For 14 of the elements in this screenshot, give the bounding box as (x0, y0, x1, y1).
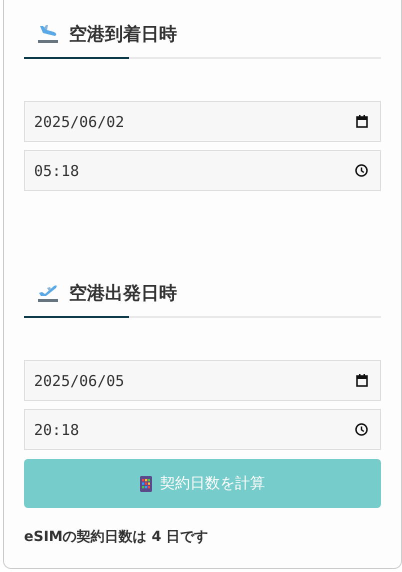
calculator-icon (140, 476, 152, 492)
airplane-takeoff-icon (37, 283, 59, 303)
section-heading: 空港出発日時 (69, 282, 177, 305)
result-text: eSIMの契約日数は 4 日です (24, 528, 210, 546)
calendar-icon (356, 374, 368, 387)
clock-icon (355, 423, 368, 436)
date-field[interactable]: 2025/06/02 (24, 101, 381, 142)
date-field[interactable]: 2025/06/05 (24, 360, 381, 401)
airplane-landing-icon (37, 24, 59, 44)
calendar-icon (356, 115, 368, 128)
time-field[interactable]: 20:18 (24, 409, 381, 450)
section-heading: 空港到着日時 (69, 23, 177, 46)
clock-icon (355, 164, 368, 177)
time-field[interactable]: 05:18 (24, 150, 381, 191)
